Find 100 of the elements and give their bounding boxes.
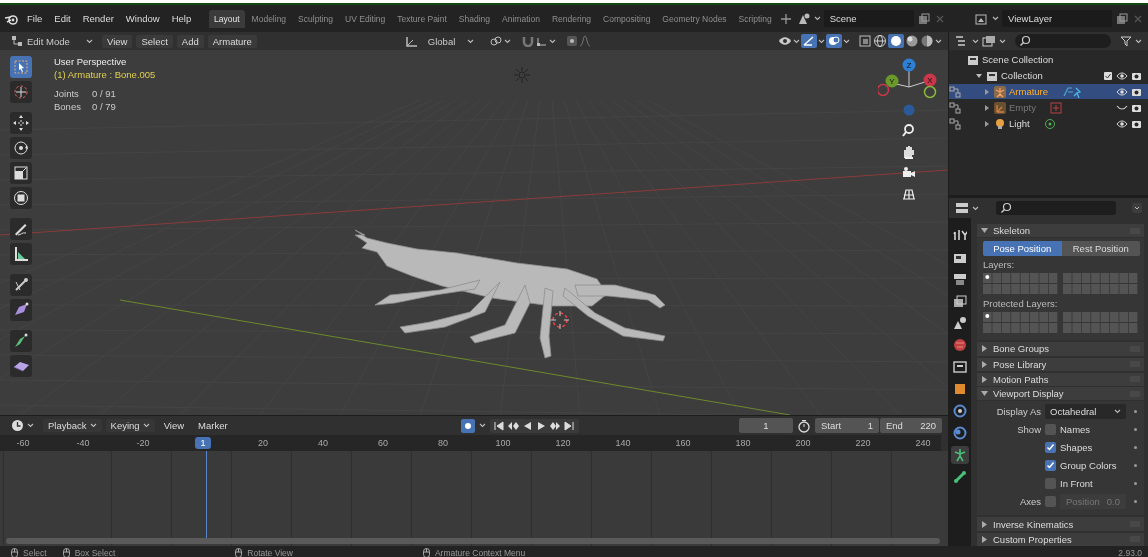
keyframe-dot[interactable]	[1133, 428, 1137, 432]
panel-header[interactable]: Motion Paths	[977, 372, 1144, 387]
workspace-tab[interactable]: Animation	[497, 9, 545, 28]
properties-tab[interactable]	[951, 446, 969, 464]
menu-item[interactable]: Select	[136, 34, 173, 48]
edit-mode-badge-icon[interactable]	[949, 85, 961, 98]
hand-icon[interactable]	[901, 144, 917, 160]
outliner-item[interactable]: Scene Collection	[982, 54, 1054, 65]
copy-icon[interactable]	[916, 11, 931, 26]
workspace-tab[interactable]: Scripting	[733, 9, 777, 28]
eye-icon[interactable]	[1116, 118, 1128, 129]
outliner-item[interactable]: Collection	[1001, 70, 1043, 81]
workspace-tab[interactable]: Compositing	[598, 9, 656, 28]
menu-item[interactable]: Window	[120, 11, 165, 26]
tool-button[interactable]	[10, 330, 32, 352]
menu-item[interactable]: Add	[176, 34, 204, 48]
properties-tab[interactable]	[951, 314, 969, 332]
tool-button[interactable]	[10, 355, 32, 377]
collapsed-arrow-icon[interactable]	[983, 103, 991, 112]
properties-tab[interactable]	[951, 402, 969, 420]
properties-editor-icon[interactable]	[955, 202, 969, 214]
scrollbar[interactable]	[6, 538, 940, 544]
checkbox[interactable]: In Front	[1045, 478, 1126, 490]
search-field[interactable]	[996, 201, 1116, 215]
menu-item[interactable]: Edit	[49, 11, 76, 26]
tool-button[interactable]	[10, 243, 32, 265]
checkbox[interactable]	[1045, 496, 1056, 508]
keyframe-dot[interactable]	[1133, 464, 1137, 468]
next-keyframe-icon[interactable]	[548, 419, 562, 432]
edit-mode-badge-icon[interactable]	[949, 117, 961, 130]
filter-icon[interactable]	[1120, 35, 1132, 47]
menu-item[interactable]: Playback	[43, 419, 102, 432]
eye-icon[interactable]	[1116, 70, 1128, 81]
toggle-button[interactable]: Rest Position	[1061, 241, 1140, 257]
rendered-shading-icon[interactable]	[920, 34, 934, 48]
display-as-dropdown[interactable]: Octahedral	[1045, 404, 1126, 420]
tool-button[interactable]	[10, 112, 32, 134]
panel-header[interactable]: Viewport Display	[977, 387, 1144, 401]
current-frame-field[interactable]: 1	[739, 418, 793, 433]
eye-icon[interactable]	[1116, 86, 1128, 97]
add-icon[interactable]	[778, 11, 793, 26]
tool-button[interactable]	[10, 187, 32, 209]
menu-item[interactable]: File	[22, 11, 48, 26]
visibility-icon[interactable]	[778, 35, 792, 47]
checkbox[interactable]: Shapes	[1045, 442, 1126, 454]
panel-header[interactable]: Skeleton	[977, 224, 1144, 238]
checkbox-icon[interactable]	[1103, 70, 1113, 81]
material-shading-icon[interactable]	[905, 34, 919, 48]
options-icon[interactable]	[1132, 203, 1142, 213]
proportional-edit-icon[interactable]	[565, 35, 578, 47]
light-data-icon[interactable]	[1043, 117, 1056, 130]
outliner-item[interactable]: Armature	[1009, 86, 1049, 97]
panel-header[interactable]: Bone Groups	[977, 342, 1144, 356]
workspace-tab[interactable]: Texture Paint	[392, 9, 452, 28]
end-frame-field[interactable]: End 220	[880, 418, 942, 433]
orientation-dropdown[interactable]: Global	[422, 34, 479, 48]
camera-icon[interactable]	[1131, 102, 1142, 113]
properties-tab[interactable]	[951, 292, 969, 310]
clock-icon[interactable]	[11, 419, 24, 432]
panel-header[interactable]: Pose Library	[977, 357, 1144, 371]
properties-tab[interactable]	[951, 424, 969, 442]
tool-button[interactable]	[10, 299, 32, 321]
view-layer-field[interactable]: ViewLayer	[1002, 10, 1112, 27]
workspace-tab[interactable]: Rendering	[546, 9, 597, 28]
solid-shading-icon[interactable]	[888, 34, 904, 48]
scene-field[interactable]: Scene	[823, 10, 914, 27]
start-frame-field[interactable]: Start 1	[815, 418, 879, 433]
mode-dropdown[interactable]: Edit Mode	[6, 34, 98, 48]
menu-item[interactable]: Armature	[207, 34, 257, 48]
panel-header[interactable]: Custom Properties	[977, 532, 1144, 546]
outliner-item[interactable]: Light	[1009, 118, 1030, 129]
armature-data-icon[interactable]	[1062, 85, 1083, 98]
menu-item[interactable]: Render	[77, 11, 119, 26]
checkbox[interactable]: Names	[1045, 424, 1126, 436]
keyframe-dot[interactable]	[1133, 410, 1137, 414]
tool-button[interactable]	[10, 218, 32, 240]
workspace-tab[interactable]: Sculpting	[293, 9, 339, 28]
collapsed-arrow-icon[interactable]	[983, 119, 991, 128]
stopwatch-icon[interactable]	[797, 418, 811, 433]
checkbox[interactable]: Group Colors	[1045, 460, 1126, 472]
properties-tab[interactable]	[951, 358, 969, 376]
tool-button[interactable]	[10, 162, 32, 184]
keyframe-dot[interactable]	[1133, 482, 1137, 486]
selected-row-highlight[interactable]: Armature	[949, 84, 1148, 99]
collapsed-arrow-icon[interactable]	[983, 87, 991, 96]
tool-button[interactable]	[10, 274, 32, 296]
wireframe-shading-icon[interactable]	[873, 34, 887, 48]
keyframe-dot[interactable]	[1133, 446, 1137, 450]
menu-item[interactable]: View	[102, 34, 133, 48]
camera-icon[interactable]	[1131, 118, 1142, 129]
toggle-button[interactable]: Pose Position	[983, 241, 1062, 257]
expanded-arrow-icon[interactable]	[975, 71, 983, 80]
magnet-icon[interactable]	[520, 35, 535, 47]
overlay-toggle-icon[interactable]	[826, 34, 842, 48]
scene-icon[interactable]	[796, 11, 811, 26]
pivot-icon[interactable]	[488, 35, 503, 47]
edit-mode-badge-icon[interactable]	[949, 101, 961, 114]
camera-icon[interactable]	[1131, 86, 1142, 97]
image-stack-icon[interactable]	[975, 11, 989, 26]
menu-item[interactable]: Help	[166, 11, 197, 26]
